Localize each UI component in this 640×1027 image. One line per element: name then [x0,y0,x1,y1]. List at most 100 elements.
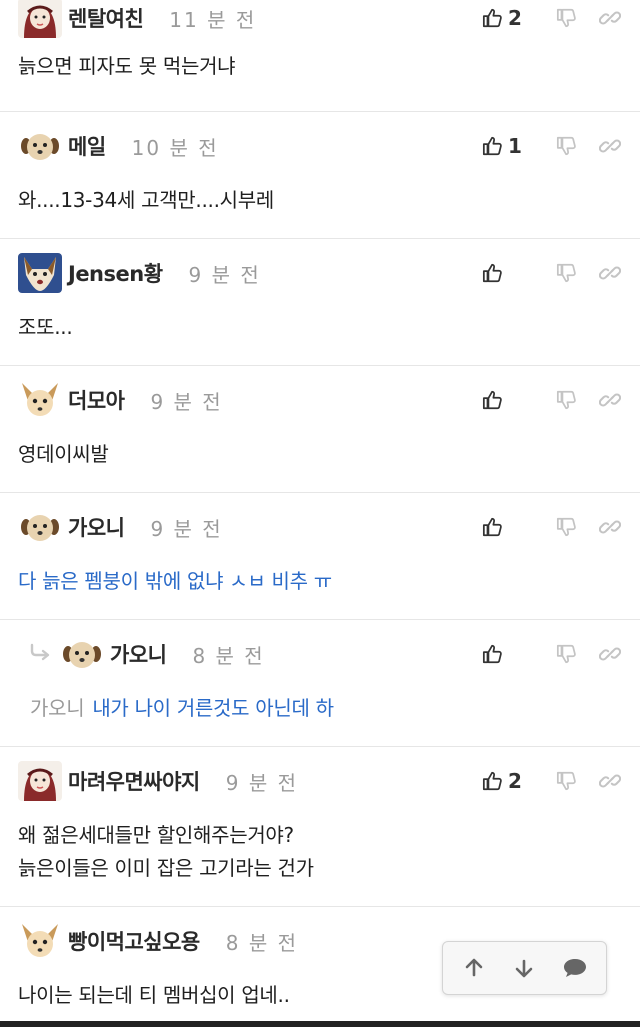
comment-header: 가오니 9 분 전 [18,505,223,549]
share-button[interactable] [590,7,630,29]
dislike-button[interactable] [544,770,590,792]
mention[interactable]: 가오니 [30,696,85,720]
like-button[interactable] [482,643,544,665]
comment-text-line: 늙은이들은 이미 잡은 고기라는 건가 [18,856,314,880]
comment-body: 와....13-34세 고객만....시부레 [18,184,274,217]
dislike-button[interactable] [544,516,590,538]
comment-item: Jensen황 9 분 전 조또... [0,239,640,366]
nickname[interactable]: 더모아 [68,385,125,415]
share-button[interactable] [590,389,630,411]
link-icon [599,516,621,538]
comment-text: 영데이씨발 [18,442,109,466]
share-button[interactable] [590,135,630,157]
comment-actions: 2 [482,759,630,803]
thumbs-down-icon [556,389,578,411]
scroll-up-button[interactable] [454,948,494,988]
dislike-button[interactable] [544,262,590,284]
comment-text: 가오니 내가 나이 거른것도 아닌데 하 [30,692,334,725]
floating-nav-bar [442,941,607,995]
like-button[interactable]: 2 [482,769,544,793]
comment-actions [482,505,630,549]
thumbs-down-icon [556,135,578,157]
reply-arrow-icon [30,643,52,665]
reply-text: 내가 나이 거른것도 아닌데 하 [92,696,334,720]
bottom-system-bar [0,1021,640,1027]
like-button[interactable]: 2 [482,6,544,30]
nickname[interactable]: 가오니 [68,512,125,542]
avatar[interactable] [18,380,62,420]
thumbs-down-icon [556,262,578,284]
timestamp: 9 분 전 [150,516,223,541]
comment-body: 영데이씨발 [18,438,109,471]
comment-header: 마려우면싸야지 9 분 전 [18,759,298,803]
avatar[interactable] [18,253,62,293]
comment-text: 조또... [18,315,73,339]
like-button[interactable] [482,262,544,284]
nickname[interactable]: Jensen황 [68,258,163,288]
share-button[interactable] [590,770,630,792]
chat-button[interactable] [555,948,595,988]
thumbs-up-icon [482,389,504,411]
avatar[interactable] [18,507,62,547]
thumbs-up-icon [482,262,504,284]
comment-header: Jensen황 9 분 전 [18,251,261,295]
share-button[interactable] [590,516,630,538]
comment-body: 왜 젊은세대들만 할인해주는거야? 늙은이들은 이미 잡은 고기라는 건가 [18,819,314,885]
share-button[interactable] [590,643,630,665]
like-count: 1 [508,134,522,158]
like-count: 2 [508,769,522,793]
comment-text: 늙으면 피자도 못 먹는거냐 [18,54,236,78]
thumbs-down-icon [556,516,578,538]
comment-body: 다 늙은 펨붕이 밖에 없냐 ㅅㅂ 비추 ㅠ [18,565,332,598]
avatar[interactable] [18,126,62,166]
timestamp: 9 분 전 [188,262,261,287]
comment-item: 메일 10 분 전 1 와....13-34세 고객만....시부레 [0,112,640,239]
thumbs-up-icon [482,516,504,538]
avatar[interactable] [60,634,104,674]
link-icon [599,7,621,29]
scroll-down-button[interactable] [504,948,544,988]
link-icon [599,643,621,665]
timestamp: 11 분 전 [169,7,257,32]
comment-body: 조또... [18,311,73,344]
comment-header: 메일 10 분 전 [18,124,219,168]
like-button[interactable] [482,389,544,411]
comment-body: 늙으면 피자도 못 먹는거냐 [18,50,236,83]
timestamp: 9 분 전 [150,389,223,414]
thumbs-up-icon [482,135,504,157]
comment-text-line: 왜 젊은세대들만 할인해주는거야? [18,823,294,847]
nickname[interactable]: 빵이먹고싶오용 [68,926,200,956]
like-count: 2 [508,6,522,30]
speech-bubble-icon [563,959,586,977]
thumbs-down-icon [556,770,578,792]
avatar[interactable] [18,921,62,961]
thumbs-down-icon [556,643,578,665]
nickname[interactable]: 메일 [68,131,106,161]
nickname[interactable]: 마려우면싸야지 [68,766,200,796]
comment-text: 나이는 되는데 티 멤버십이 업네.. [18,983,290,1007]
comment-body: 가오니 내가 나이 거른것도 아닌데 하 [30,692,334,725]
comment-text: 와....13-34세 고객만....시부레 [18,188,274,212]
link-icon [599,262,621,284]
link-icon [599,389,621,411]
comment-header: 가오니 8 분 전 [30,632,265,676]
link-icon [599,770,621,792]
share-button[interactable] [590,262,630,284]
avatar[interactable] [18,761,62,801]
comment-actions: 1 [482,124,630,168]
arrow-up-icon [465,958,483,977]
comment-body: 나이는 되는데 티 멤버십이 업네.. [18,979,290,1012]
dislike-button[interactable] [544,7,590,29]
like-button[interactable]: 1 [482,134,544,158]
nickname[interactable]: 가오니 [110,639,167,669]
timestamp: 8 분 전 [192,643,265,668]
like-button[interactable] [482,516,544,538]
timestamp: 10 분 전 [131,135,219,160]
dislike-button[interactable] [544,643,590,665]
thumbs-up-icon [482,770,504,792]
avatar[interactable] [18,0,62,38]
dislike-button[interactable] [544,389,590,411]
comment-actions [482,632,630,676]
dislike-button[interactable] [544,135,590,157]
nickname[interactable]: 렌탈여친 [68,3,144,33]
